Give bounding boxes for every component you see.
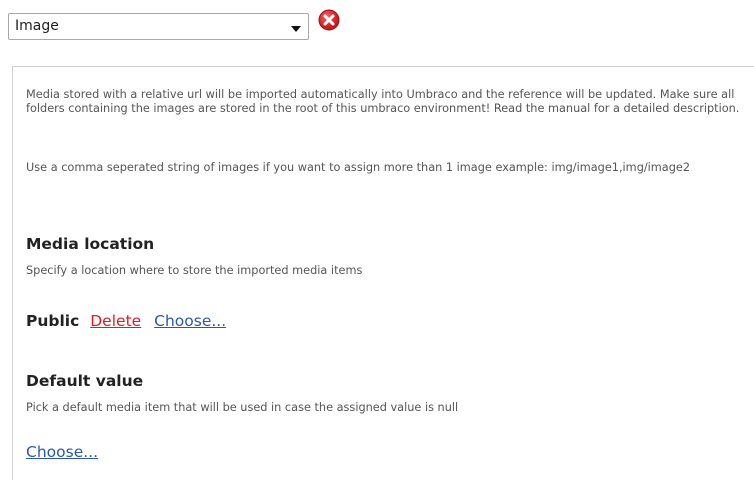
media-location-delete-link[interactable]: Delete (90, 312, 141, 330)
settings-panel: Media stored with a relative url will be… (12, 66, 754, 480)
page: Image Media stored with a relative url w… (0, 0, 754, 480)
help-text-comma-separated: Use a comma seperated string of images i… (26, 161, 691, 174)
default-value-description: Pick a default media item that will be u… (26, 401, 459, 414)
default-value-title: Default value (26, 372, 144, 390)
chevron-down-icon[interactable] (291, 26, 301, 32)
type-select[interactable]: Image (8, 13, 309, 40)
media-location-title: Media location (26, 235, 155, 253)
media-location-selected: Public (26, 312, 80, 330)
type-select-value: Image (15, 18, 59, 34)
default-value-choose-link[interactable]: Choose... (26, 443, 98, 461)
remove-icon[interactable] (318, 9, 340, 31)
media-location-description: Specify a location where to store the im… (26, 264, 363, 277)
help-text-relative-url: Media stored with a relative url will be… (26, 88, 740, 115)
media-location-picker: Public Delete Choose... (26, 312, 234, 330)
default-value-picker: Choose... (26, 443, 106, 461)
media-location-choose-link[interactable]: Choose... (154, 312, 226, 330)
